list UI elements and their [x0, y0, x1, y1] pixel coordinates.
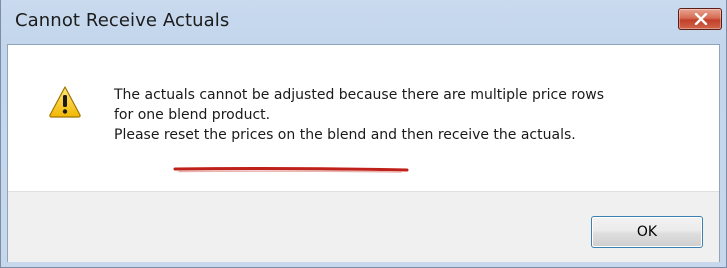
message-area: The actuals cannot be adjusted because t…	[8, 45, 719, 191]
annotation-underline	[173, 166, 409, 173]
dialog-title: Cannot Receive Actuals	[15, 10, 230, 31]
close-icon	[694, 13, 708, 25]
message-line-3-suffix: and then receive the actuals.	[366, 127, 576, 143]
ok-button[interactable]: OK	[591, 216, 703, 248]
message-line-2: for one blend product.	[114, 107, 271, 123]
message-line-3-prefix: Please	[114, 127, 164, 143]
message-emphasis: reset the prices on the blend	[163, 127, 367, 143]
dialog-body: The actuals cannot be adjusted because t…	[7, 44, 720, 262]
button-bar: OK	[8, 191, 719, 262]
close-button[interactable]	[678, 8, 722, 30]
message-line-3: Please reset the prices on the blend and…	[114, 125, 714, 145]
title-bar[interactable]: Cannot Receive Actuals	[1, 0, 726, 44]
dialog-window: Cannot Receive Actuals The actuals canno…	[0, 0, 727, 268]
warning-icon	[49, 86, 81, 118]
message-text: The actuals cannot be adjusted because t…	[114, 85, 714, 145]
message-line-1: The actuals cannot be adjusted because t…	[114, 87, 605, 103]
